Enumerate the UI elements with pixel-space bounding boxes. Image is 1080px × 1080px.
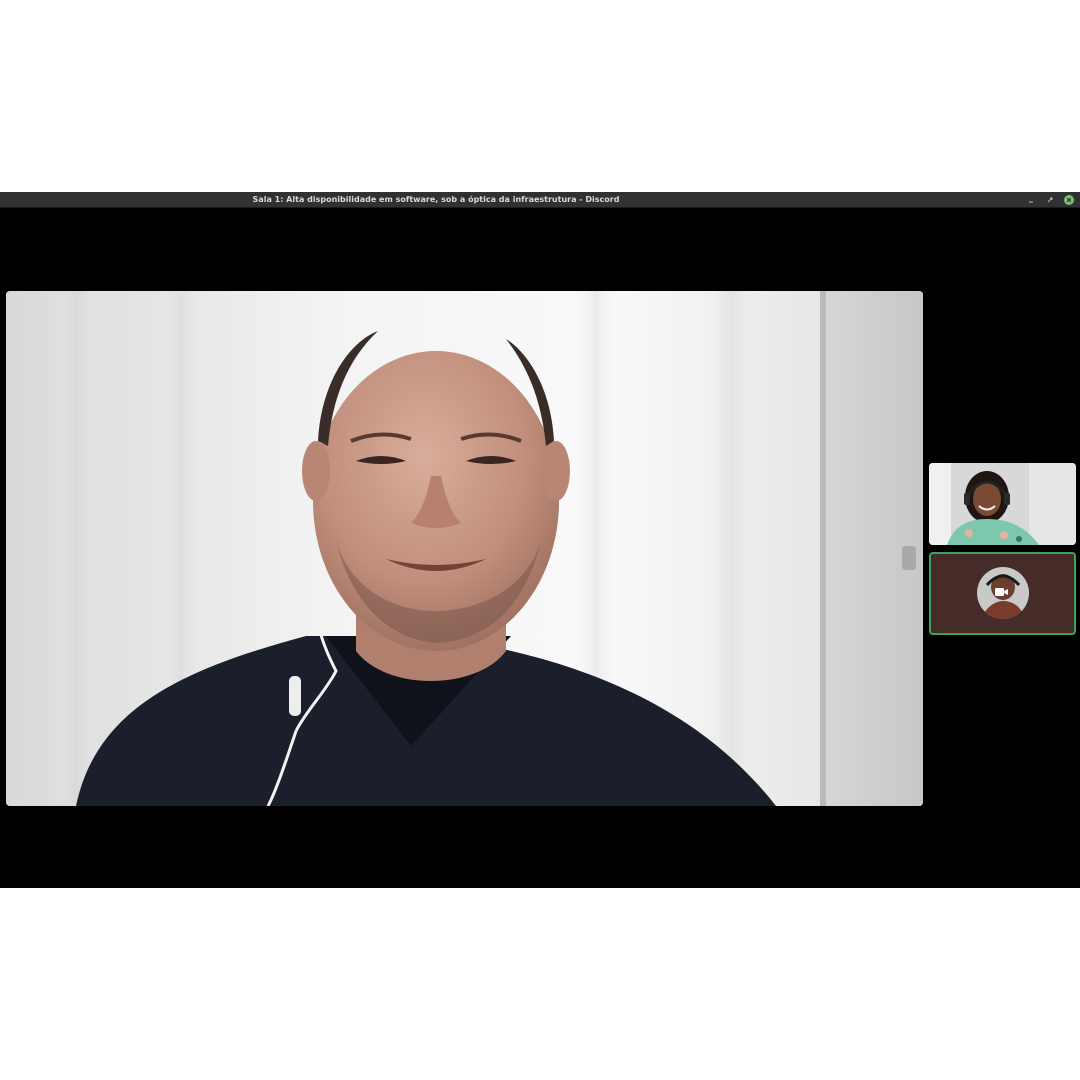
window-title: Sala 1: Alta disponibilidade em software… xyxy=(252,195,620,204)
window-controls xyxy=(1026,193,1074,206)
video-camera-icon xyxy=(995,587,1009,597)
close-icon xyxy=(1066,197,1072,202)
participant-video-feed xyxy=(6,291,923,806)
discord-window: Sala 1: Alta disponibilidade em software… xyxy=(0,192,1080,888)
side-participant-video[interactable] xyxy=(929,463,1076,545)
participant-video-feed xyxy=(929,463,1076,545)
side-participant-avatar-tile[interactable] xyxy=(929,552,1076,635)
window-titlebar[interactable]: Sala 1: Alta disponibilidade em software… xyxy=(0,192,1080,208)
close-button[interactable] xyxy=(1064,194,1074,205)
page: Sala 1: Alta disponibilidade em software… xyxy=(0,0,1080,1080)
minimize-icon xyxy=(1029,201,1033,202)
main-participant-video[interactable] xyxy=(6,291,923,806)
restore-icon xyxy=(1047,197,1053,202)
restore-button[interactable] xyxy=(1045,195,1055,205)
minimize-button[interactable] xyxy=(1026,195,1036,205)
